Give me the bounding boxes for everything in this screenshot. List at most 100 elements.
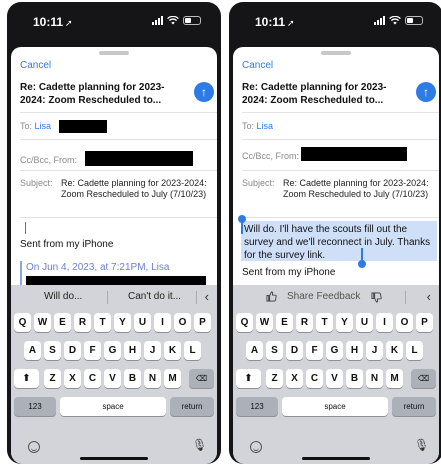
location-icon: ➚ (65, 18, 73, 28)
cancel-button[interactable]: Cancel (242, 60, 273, 71)
key-w[interactable]: W (34, 313, 51, 332)
key-k[interactable]: K (164, 341, 181, 360)
reply-body-text[interactable]: Will do. I'll have the scouts fill out t… (244, 223, 434, 262)
key-j[interactable]: J (144, 341, 161, 360)
subject-input[interactable]: Re: Cadette planning for 2023-2024: Zoom… (283, 178, 433, 200)
key-l[interactable]: L (184, 341, 201, 360)
key-i[interactable]: I (154, 313, 171, 332)
divider (20, 217, 217, 218)
chevron-left-icon[interactable]: ‹ (205, 289, 209, 304)
key-i[interactable]: I (376, 313, 393, 332)
home-indicator[interactable] (302, 457, 370, 460)
sheet-grabber[interactable] (321, 51, 351, 55)
key-t[interactable]: T (94, 313, 111, 332)
key-k[interactable]: K (386, 341, 403, 360)
microphone-icon[interactable]: 🎙 (414, 438, 429, 452)
thumbs-down-icon[interactable] (371, 292, 382, 303)
key-e[interactable]: E (276, 313, 293, 332)
key-g[interactable]: G (104, 341, 121, 360)
key-x[interactable]: X (286, 369, 303, 388)
delete-key[interactable]: ⌫ (189, 369, 214, 388)
key-e[interactable]: E (54, 313, 71, 332)
key-v[interactable]: V (104, 369, 121, 388)
ccbcc-field[interactable]: Cc/Bcc, From: (242, 151, 299, 161)
to-recipient[interactable]: Lisa (35, 121, 52, 131)
cancel-button[interactable]: Cancel (20, 60, 51, 71)
chevron-left-icon[interactable]: ‹ (427, 289, 431, 304)
key-m[interactable]: M (164, 369, 181, 388)
key-f[interactable]: F (84, 341, 101, 360)
key-c[interactable]: C (84, 369, 101, 388)
key-n[interactable]: N (144, 369, 161, 388)
key-h[interactable]: H (124, 341, 141, 360)
key-j[interactable]: J (366, 341, 383, 360)
key-z[interactable]: Z (266, 369, 283, 388)
sheet-grabber[interactable] (99, 51, 129, 55)
microphone-icon[interactable]: 🎙 (192, 438, 207, 452)
key-n[interactable]: N (366, 369, 383, 388)
numbers-key[interactable]: 123 (14, 397, 56, 416)
delete-key[interactable]: ⌫ (411, 369, 436, 388)
ccbcc-field[interactable]: Cc/Bcc, From: (20, 155, 77, 165)
return-key[interactable]: return (170, 397, 214, 416)
key-d[interactable]: D (64, 341, 81, 360)
shift-icon: ⬆ (22, 373, 31, 384)
subject-input[interactable]: Re: Cadette planning for 2023-2024: Zoom… (61, 178, 211, 200)
space-key[interactable]: space (60, 397, 166, 416)
status-icons (374, 16, 423, 25)
send-button[interactable]: ↑ (416, 82, 436, 102)
suggestion-cant-do-it[interactable]: Can't do it... (128, 291, 181, 302)
to-field[interactable]: To: Lisa (242, 121, 273, 131)
selection-end-handle[interactable] (358, 260, 366, 268)
key-h[interactable]: H (346, 341, 363, 360)
to-recipient[interactable]: Lisa (257, 121, 274, 131)
key-u[interactable]: U (356, 313, 373, 332)
key-o[interactable]: O (396, 313, 413, 332)
thumbs-up-icon[interactable] (266, 291, 277, 302)
emoji-icon[interactable] (28, 441, 40, 453)
key-s[interactable]: S (266, 341, 283, 360)
key-l[interactable]: L (406, 341, 423, 360)
compose-sheet: Cancel Re: Cadette planning for 2023-202… (11, 47, 217, 464)
battery-icon (405, 16, 423, 25)
divider (242, 170, 439, 171)
key-o[interactable]: O (174, 313, 191, 332)
key-f[interactable]: F (306, 341, 323, 360)
key-x[interactable]: X (64, 369, 81, 388)
numbers-key[interactable]: 123 (236, 397, 278, 416)
shift-key[interactable]: ⬆ (236, 369, 261, 388)
key-a[interactable]: A (24, 341, 41, 360)
key-d[interactable]: D (286, 341, 303, 360)
key-y[interactable]: Y (336, 313, 353, 332)
key-y[interactable]: Y (114, 313, 131, 332)
key-z[interactable]: Z (44, 369, 61, 388)
key-b[interactable]: B (124, 369, 141, 388)
key-s[interactable]: S (44, 341, 61, 360)
return-key[interactable]: return (392, 397, 436, 416)
space-key[interactable]: space (282, 397, 388, 416)
key-w[interactable]: W (256, 313, 273, 332)
key-v[interactable]: V (326, 369, 343, 388)
key-p[interactable]: P (416, 313, 433, 332)
key-a[interactable]: A (246, 341, 263, 360)
key-q[interactable]: Q (14, 313, 31, 332)
shift-key[interactable]: ⬆ (14, 369, 39, 388)
to-field[interactable]: To: Lisa (20, 121, 51, 131)
signature-text[interactable]: Sent from my iPhone (242, 267, 335, 278)
home-indicator[interactable] (80, 457, 148, 460)
key-u[interactable]: U (134, 313, 151, 332)
key-q[interactable]: Q (236, 313, 253, 332)
send-button[interactable]: ↑ (194, 82, 214, 102)
signature-text[interactable]: Sent from my iPhone (20, 239, 113, 250)
key-r[interactable]: R (296, 313, 313, 332)
key-g[interactable]: G (326, 341, 343, 360)
key-t[interactable]: T (316, 313, 333, 332)
key-c[interactable]: C (306, 369, 323, 388)
emoji-icon[interactable] (250, 441, 262, 453)
key-r[interactable]: R (74, 313, 91, 332)
share-feedback-label[interactable]: Share Feedback (287, 291, 360, 302)
key-m[interactable]: M (386, 369, 403, 388)
key-b[interactable]: B (346, 369, 363, 388)
key-p[interactable]: P (194, 313, 211, 332)
suggestion-will-do[interactable]: Will do... (44, 291, 82, 302)
